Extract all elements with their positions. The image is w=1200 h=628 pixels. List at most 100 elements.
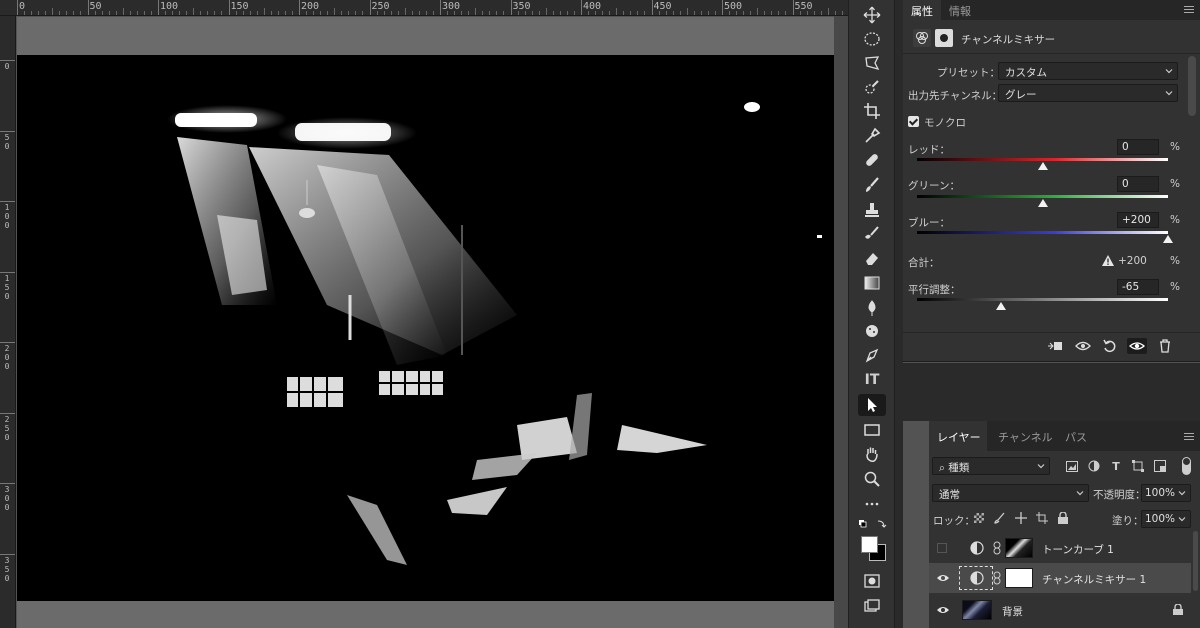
layer-row-tone-curve[interactable]: トーンカーブ 1	[929, 533, 1191, 563]
layer-row-channel-mixer[interactable]: チャンネルミキサー 1	[929, 563, 1191, 593]
eye-icon[interactable]	[937, 605, 949, 615]
pen-icon[interactable]	[858, 345, 886, 367]
eye-icon[interactable]	[937, 573, 949, 583]
lock-artboard-icon[interactable]	[1035, 511, 1049, 525]
fill-input[interactable]: 100%	[1141, 510, 1191, 528]
ruler-minor-tick	[573, 11, 575, 15]
history-brush-icon[interactable]	[858, 223, 886, 245]
output-channel-dropdown[interactable]: グレー	[998, 84, 1178, 102]
tab-channels[interactable]: チャンネル	[998, 429, 1053, 445]
layers-menu-icon[interactable]	[1184, 433, 1194, 442]
monochrome-checkbox[interactable]	[908, 116, 919, 127]
quick-mask-icon[interactable]	[858, 570, 886, 592]
opacity-input[interactable]: 100%	[1141, 484, 1191, 502]
clone-stamp-icon[interactable]	[858, 199, 886, 221]
green-slider-track[interactable]	[917, 195, 1168, 198]
healing-brush-icon[interactable]	[858, 149, 886, 171]
ruler-minor-tick	[129, 11, 131, 15]
filter-adjustment-icon[interactable]	[1087, 459, 1101, 473]
panel-menu-icon[interactable]	[1184, 6, 1194, 15]
crop-icon[interactable]	[858, 100, 886, 122]
eraser-icon[interactable]	[858, 247, 886, 269]
lock-all-icon[interactable]	[1056, 511, 1070, 525]
ruler-major-tick	[0, 553, 15, 555]
screen-mode-icon[interactable]	[858, 595, 886, 617]
constant-slider-thumb[interactable]	[996, 302, 1007, 310]
eyedropper-icon[interactable]	[858, 125, 886, 147]
green-value-input[interactable]: 0	[1117, 176, 1159, 192]
filter-smart-object-icon[interactable]	[1153, 459, 1167, 473]
ruler-minor-tick	[644, 11, 646, 15]
tab-paths[interactable]: パス	[1065, 429, 1087, 445]
constant-slider-track[interactable]	[917, 298, 1168, 301]
layer-name[interactable]: 背景	[1002, 604, 1023, 619]
layer-filter-dropdown[interactable]: ⌕ 種類	[932, 457, 1050, 475]
channel-mixer-icon[interactable]	[913, 29, 931, 47]
filter-shape-icon[interactable]	[1131, 459, 1145, 473]
dodge-icon[interactable]	[858, 321, 886, 343]
clip-to-layer-icon[interactable]	[1045, 338, 1065, 354]
chevron-down-icon	[1165, 91, 1173, 96]
visibility-icon[interactable]	[1127, 338, 1147, 354]
layer-thumbnail[interactable]	[962, 600, 992, 620]
marquee-ellipse-icon[interactable]	[858, 28, 886, 50]
blend-mode-dropdown[interactable]: 通常	[932, 484, 1089, 502]
swap-colors-icon[interactable]	[858, 519, 888, 531]
document-canvas-image[interactable]	[17, 55, 834, 601]
filter-type-icon[interactable]: T	[1109, 459, 1123, 473]
foreground-color[interactable]	[861, 536, 887, 562]
red-slider-thumb[interactable]	[1037, 162, 1048, 170]
layer-name[interactable]: トーンカーブ 1	[1042, 542, 1114, 557]
path-selection-icon[interactable]	[858, 394, 886, 416]
opacity-value: 100%	[1145, 487, 1176, 499]
tab-info[interactable]: 情報	[949, 3, 971, 19]
blue-slider-track[interactable]	[917, 231, 1168, 234]
visibility-toggle-off[interactable]	[937, 543, 947, 553]
rectangle-icon[interactable]	[858, 419, 886, 441]
ruler-minor-tick	[552, 11, 554, 15]
green-slider-thumb[interactable]	[1037, 199, 1048, 207]
hand-icon[interactable]	[858, 443, 886, 465]
link-icon[interactable]	[993, 541, 1001, 555]
more-icon[interactable]	[858, 493, 886, 515]
zoom-icon[interactable]	[858, 468, 886, 490]
lasso-icon[interactable]	[858, 52, 886, 74]
quick-selection-icon[interactable]	[858, 76, 886, 98]
layer-mask-thumbnail[interactable]	[1005, 538, 1033, 558]
link-icon[interactable]	[993, 571, 1001, 585]
lock-label: ロック：	[933, 515, 975, 527]
type-icon[interactable]: IT	[858, 369, 886, 391]
reset-icon[interactable]	[1100, 338, 1120, 354]
lock-transparent-icon[interactable]	[974, 513, 984, 523]
ruler-minor-tick	[59, 11, 61, 15]
tab-layers[interactable]: レイヤー	[937, 429, 981, 445]
ruler-minor-tick	[256, 11, 258, 15]
lock-image-icon[interactable]	[993, 511, 1007, 525]
preset-dropdown[interactable]: カスタム	[998, 62, 1178, 80]
lock-position-icon[interactable]	[1014, 511, 1028, 525]
blue-value-input[interactable]: +200	[1117, 212, 1159, 228]
view-previous-icon[interactable]	[1073, 338, 1093, 354]
layer-mask-thumbnail[interactable]	[1005, 568, 1033, 588]
layer-row-background[interactable]: 背景	[929, 595, 1191, 625]
blue-slider-thumb[interactable]	[1163, 235, 1173, 243]
blur-icon[interactable]	[858, 297, 886, 319]
layer-mask-icon[interactable]	[935, 29, 953, 47]
layer-name[interactable]: チャンネルミキサー 1	[1042, 572, 1146, 587]
properties-scrollbar[interactable]	[1188, 56, 1196, 116]
foreground-color-swatch[interactable]	[861, 536, 878, 553]
move-icon[interactable]	[858, 4, 886, 26]
brush-icon[interactable]	[858, 174, 886, 196]
delete-icon[interactable]	[1155, 338, 1175, 354]
gradient-icon[interactable]	[858, 272, 886, 294]
red-slider-track[interactable]	[917, 158, 1168, 161]
ruler-label: 250	[371, 1, 390, 12]
chevron-down-icon	[1037, 464, 1045, 469]
red-value-input[interactable]: 0	[1117, 139, 1159, 155]
ruler-minor-tick	[143, 11, 145, 15]
constant-value-input[interactable]: -65	[1117, 279, 1159, 295]
filter-pixel-icon[interactable]	[1065, 459, 1079, 473]
filter-toggle[interactable]	[1182, 457, 1191, 475]
tab-properties[interactable]: 属性	[911, 3, 933, 19]
layers-scrollbar[interactable]	[1193, 531, 1198, 591]
